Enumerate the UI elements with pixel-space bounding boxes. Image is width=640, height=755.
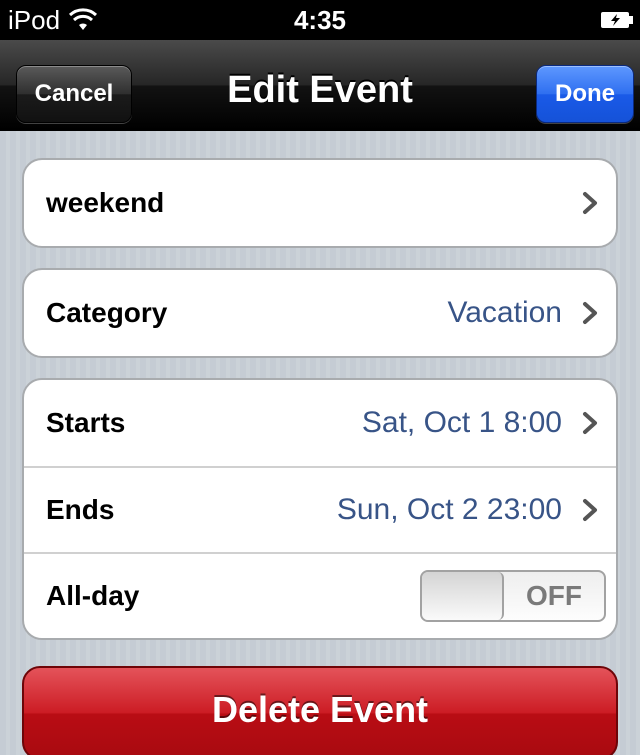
chevron-right-icon [583,192,597,214]
title-group: weekend [22,158,618,248]
battery-charging-icon [601,12,633,28]
category-row[interactable]: Category Vacation [24,270,616,356]
chevron-right-icon [583,499,597,521]
chevron-right-icon [583,412,597,434]
starts-value: Sat, Oct 1 8:00 [361,406,562,439]
toggle-state-label: OFF [526,580,582,611]
ends-value: Sun, Oct 2 23:00 [336,493,562,526]
starts-row[interactable]: Starts Sat, Oct 1 8:00 [24,380,616,466]
schedule-group: Starts Sat, Oct 1 8:00 Ends Sun, Oct 2 2… [22,378,618,640]
toggle-knob[interactable] [422,572,504,620]
starts-label: Starts [46,407,126,438]
status-bar: iPod 4:35 [0,0,640,40]
category-value: Vacation [447,296,562,329]
delete-event-button[interactable]: Delete Event [22,666,618,755]
chevron-right-icon [583,302,597,324]
status-time: 4:35 [293,5,347,35]
category-group: Category Vacation [22,268,618,358]
ends-label: Ends [46,494,115,525]
done-button[interactable]: Done [536,65,634,123]
allday-row: All-day OFF [24,552,616,638]
event-title-row[interactable]: weekend [24,160,616,246]
event-title-label: weekend [46,187,165,218]
ends-row[interactable]: Ends Sun, Oct 2 23:00 [24,466,616,552]
navigation-bar: Cancel Edit Event Done [0,40,640,131]
allday-toggle[interactable]: OFF [420,570,606,622]
allday-label: All-day [46,580,140,611]
category-label: Category [46,297,168,328]
